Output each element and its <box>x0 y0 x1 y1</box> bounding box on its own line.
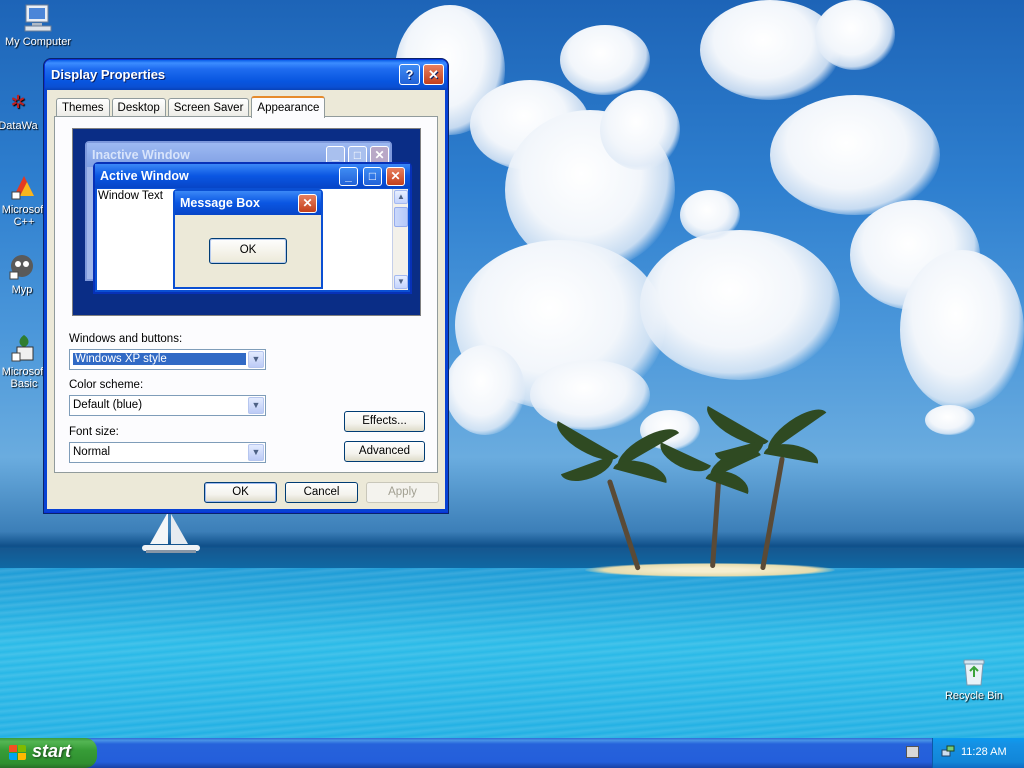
desktop-icon-datawa[interactable]: ✲ DataWa <box>0 86 40 133</box>
tab-themes[interactable]: Themes <box>56 98 110 117</box>
dialog-title: Display Properties <box>51 67 166 82</box>
effects-button[interactable]: Effects... <box>344 411 425 432</box>
msbasic-icon <box>8 332 40 364</box>
msvc-icon <box>8 170 40 202</box>
appearance-panel: Inactive Window _ □ ✕ Active Window _ □ … <box>54 116 438 473</box>
preview-ok-button: OK <box>209 238 287 264</box>
start-button[interactable]: start <box>0 738 97 768</box>
tab-desktop[interactable]: Desktop <box>111 98 166 117</box>
recycle-bin-icon <box>958 656 990 688</box>
close-icon: ✕ <box>428 67 439 82</box>
display-properties-dialog[interactable]: Display Properties ? ✕ Themes Desktop Sc… <box>44 59 448 513</box>
close-button[interactable]: ✕ <box>423 64 444 85</box>
desktop-icon-my-computer[interactable]: My Computer <box>0 2 76 48</box>
datawa-icon: ✲ <box>10 91 26 112</box>
windows-buttons-label: Windows and buttons: <box>69 333 183 345</box>
tab-screen-saver[interactable]: Screen Saver <box>167 98 250 117</box>
desktop-icon-label: Recycle Bin <box>944 690 1004 702</box>
chevron-down-icon[interactable]: ▼ <box>248 397 264 414</box>
preview-scrollbar: ▲ ▼ <box>392 189 408 290</box>
color-scheme-select[interactable]: Default (blue) ▼ <box>69 395 266 416</box>
ok-button[interactable]: OK <box>204 482 277 503</box>
desktop-icon-myp[interactable]: Myp <box>0 250 48 296</box>
font-size-value: Normal <box>73 446 111 458</box>
dialog-frame-bottom <box>45 509 447 512</box>
taskbar: start 11:28 AM <box>0 738 1024 768</box>
start-label: start <box>32 741 72 761</box>
apply-button[interactable]: Apply <box>366 482 439 503</box>
dialog-frame-right <box>445 90 448 512</box>
dialog-titlebar[interactable]: Display Properties ? ✕ <box>45 60 447 90</box>
scroll-down-icon: ▼ <box>394 275 408 289</box>
scroll-thumb <box>394 207 408 227</box>
desktop-icon-label: My Computer <box>4 36 72 48</box>
desktop-icon-label: Myp <box>11 284 33 296</box>
cancel-button[interactable]: Cancel <box>285 482 358 503</box>
font-size-select[interactable]: Normal ▼ <box>69 442 266 463</box>
sailboat-image <box>142 512 200 553</box>
myp-icon <box>6 250 38 282</box>
windows-buttons-value: Windows XP style <box>73 353 246 365</box>
color-scheme-value: Default (blue) <box>73 399 143 411</box>
windows-buttons-select[interactable]: Windows XP style ▼ <box>69 349 266 370</box>
help-icon: ? <box>405 67 414 82</box>
chevron-down-icon[interactable]: ▼ <box>248 351 264 368</box>
font-size-label: Font size: <box>69 426 119 438</box>
system-tray: 11:28 AM <box>932 738 1024 768</box>
preview-active-window: Active Window _ □ ✕ Window Text ▲ ▼ Mess… <box>93 162 412 294</box>
dialog-frame-left <box>44 90 47 512</box>
my-computer-icon <box>22 2 54 34</box>
appearance-preview: Inactive Window _ □ ✕ Active Window _ □ … <box>72 128 421 316</box>
desktop-icon-label: DataWa <box>0 120 38 132</box>
preview-window-text: Window Text <box>98 190 163 202</box>
chevron-down-icon[interactable]: ▼ <box>248 444 264 461</box>
desktop-icon-recycle-bin[interactable]: Recycle Bin <box>936 656 1012 702</box>
preview-message-box: Message Box ✕ OK <box>173 189 323 289</box>
minimize-icon: _ <box>339 167 358 186</box>
advanced-button[interactable]: Advanced <box>344 441 425 462</box>
help-button[interactable]: ? <box>399 64 420 85</box>
windows-logo-icon <box>9 745 27 761</box>
desktop-icon-label: Microsoft C++ <box>1 204 47 228</box>
network-icon[interactable] <box>941 745 955 759</box>
tab-appearance[interactable]: Appearance <box>251 96 326 118</box>
color-scheme-label: Color scheme: <box>69 379 144 391</box>
clock[interactable]: 11:28 AM <box>961 746 1007 758</box>
desktop-icon-label: Microsoft Basic <box>1 366 47 390</box>
keyboard-icon[interactable] <box>906 746 919 758</box>
tab-strip: Themes Desktop Screen Saver Appearance <box>56 95 327 118</box>
scroll-up-icon: ▲ <box>394 190 408 204</box>
close-icon: ✕ <box>386 167 405 186</box>
maximize-icon: □ <box>363 167 382 186</box>
close-icon: ✕ <box>298 194 317 213</box>
